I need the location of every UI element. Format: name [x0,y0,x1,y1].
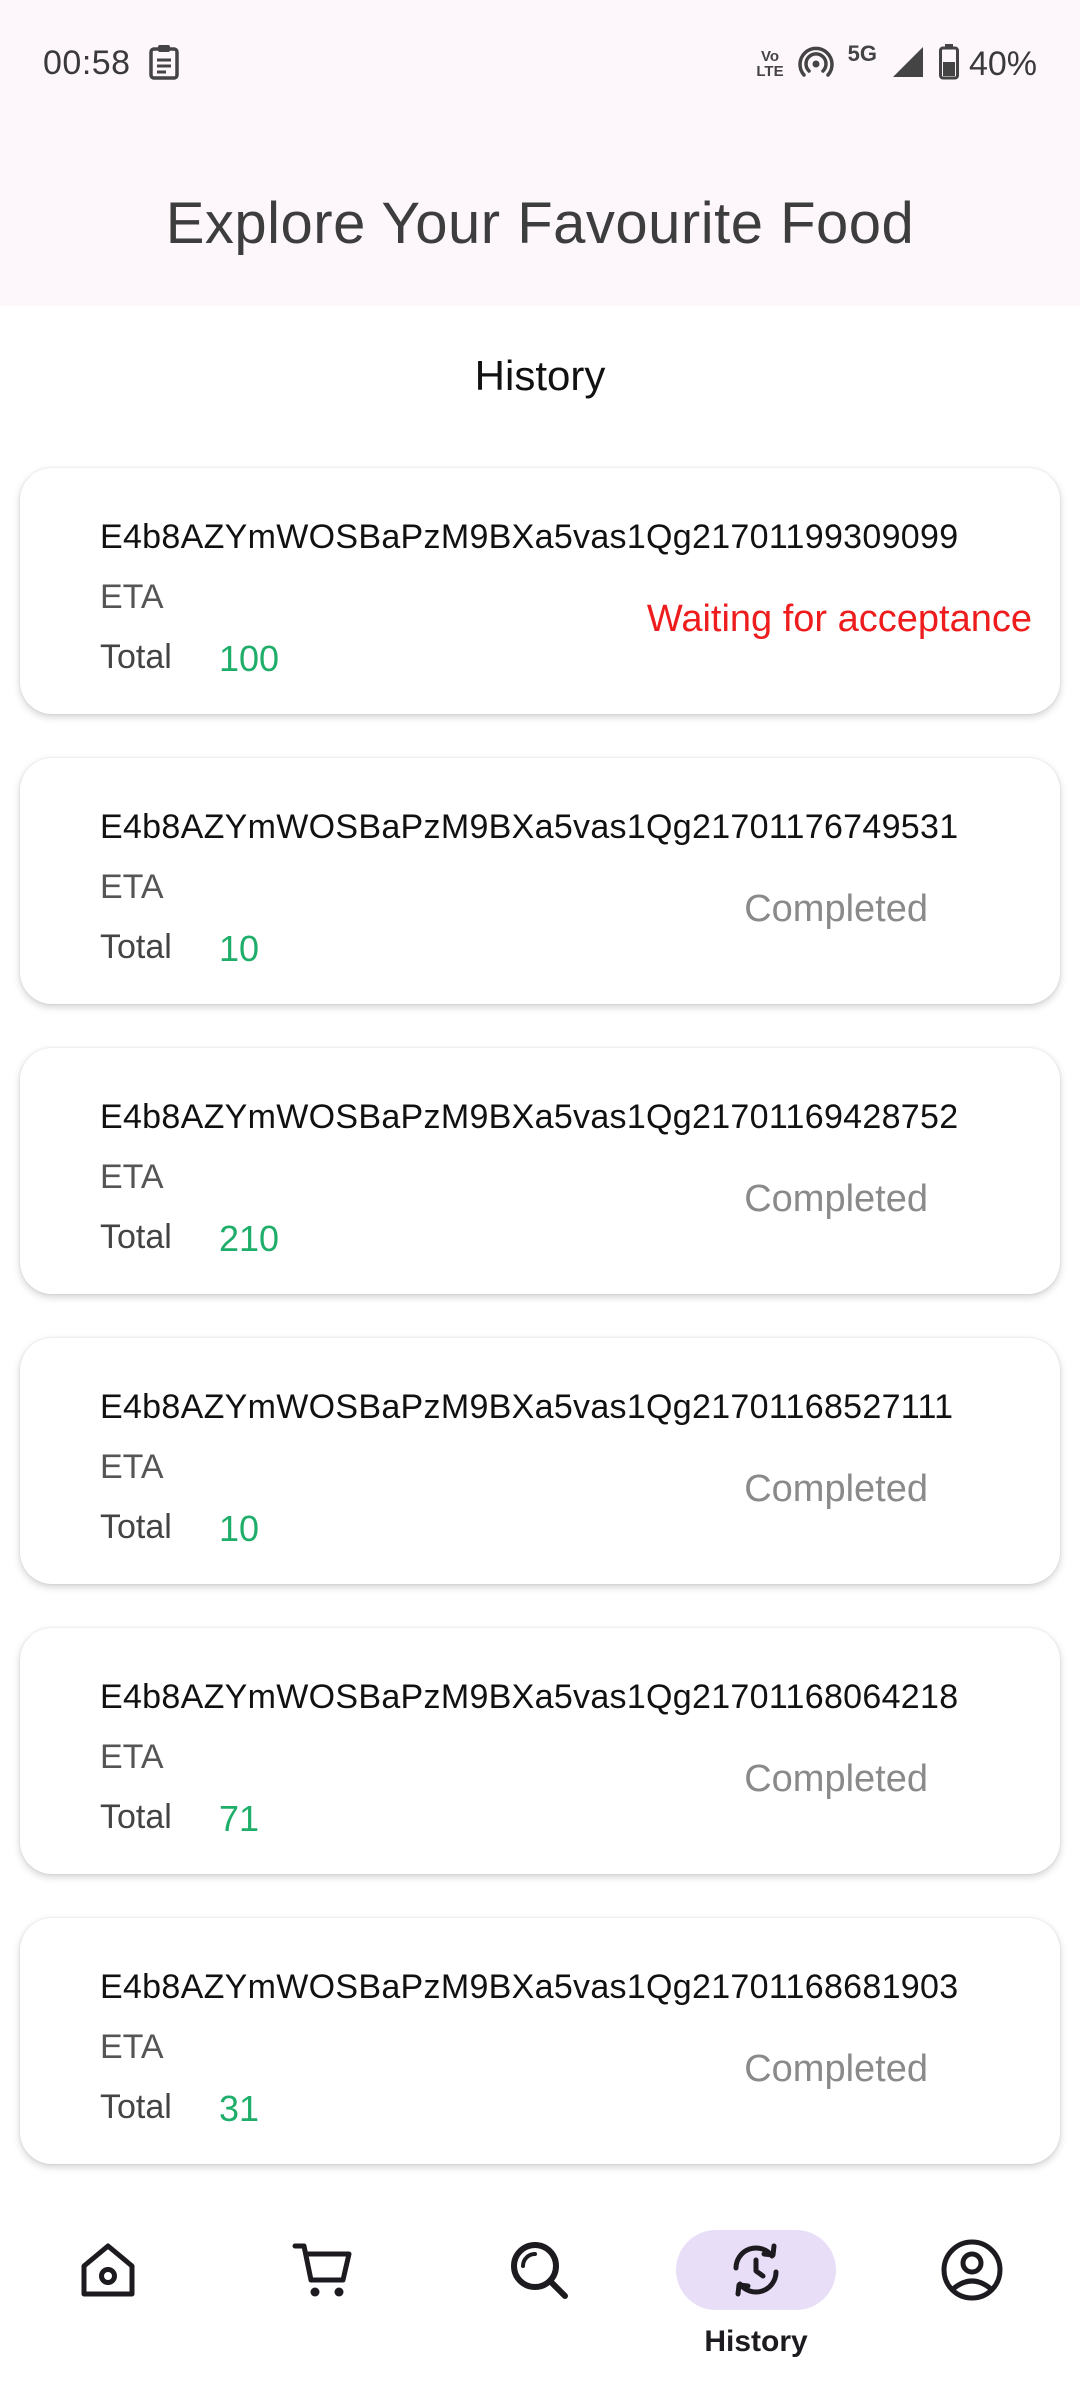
total-value: 71 [219,1798,260,1839]
nav-cart[interactable] [243,2230,403,2380]
history-icon [676,2230,836,2310]
total-value: 31 [219,2088,260,2129]
order-card[interactable]: E4b8AZYmWOSBaPzM9BXa5vas1Qg2170119930909… [20,468,1060,714]
signal-icon [891,45,925,84]
cart-icon [243,2230,403,2310]
home-icon [28,2230,188,2310]
eta-label: ETA [100,868,164,906]
order-status: Waiting for acceptance [646,598,1032,640]
total-label: Total [100,2088,172,2126]
status-bar: 00:58 Vo LTE 5G 40% [0,0,1080,126]
total-label: Total [100,1798,172,1836]
order-card[interactable]: E4b8AZYmWOSBaPzM9BXa5vas1Qg2170116942875… [20,1048,1060,1294]
total-value: 210 [219,1218,280,1259]
total-value: 100 [219,638,280,679]
eta-label: ETA [100,1448,164,1486]
eta-label: ETA [100,2028,164,2066]
nav-search[interactable] [459,2230,619,2380]
total-value: 10 [219,928,260,969]
order-status: Completed [744,1468,928,1510]
order-card[interactable]: E4b8AZYmWOSBaPzM9BXa5vas1Qg2170117674953… [20,758,1060,1004]
volte-top-text: Vo [760,48,779,65]
eta-label: ETA [100,1158,164,1196]
total-label: Total [100,1218,172,1256]
order-status: Completed [744,2048,928,2090]
order-id: E4b8AZYmWOSBaPzM9BXa5vas1Qg2170116868190… [100,1968,959,2006]
order-card[interactable]: E4b8AZYmWOSBaPzM9BXa5vas1Qg2170116806421… [20,1628,1060,1874]
order-card[interactable]: E4b8AZYmWOSBaPzM9BXa5vas1Qg2170116868190… [20,1918,1060,2164]
order-status: Completed [744,1758,928,1800]
total-label: Total [100,1508,172,1546]
volte-icon: Vo LTE [756,49,783,79]
order-status: Completed [744,1178,928,1220]
bottom-navigation: History [0,2200,1080,2400]
eta-label: ETA [100,578,164,616]
search-icon [459,2230,619,2310]
order-id: E4b8AZYmWOSBaPzM9BXa5vas1Qg2170116852711… [100,1388,954,1426]
page-title: History [474,352,606,399]
battery-percent: 40% [968,44,1037,83]
network-type: 5G [847,41,877,66]
eta-label: ETA [100,1738,164,1776]
nav-history[interactable]: History [676,2230,836,2380]
app-header: 00:58 Vo LTE 5G 40% Explore Your Favouri… [0,0,1080,306]
clipboard-icon [148,44,180,85]
volte-bottom-text: LTE [756,63,784,80]
order-status: Completed [744,888,928,930]
battery-icon [938,43,959,85]
order-id: E4b8AZYmWOSBaPzM9BXa5vas1Qg2170116942875… [100,1098,959,1136]
total-label: Total [100,638,172,676]
nav-home[interactable] [28,2230,188,2380]
total-label: Total [100,928,172,966]
total-value: 10 [219,1508,260,1549]
order-card[interactable]: E4b8AZYmWOSBaPzM9BXa5vas1Qg2170116852711… [20,1338,1060,1584]
hotspot-icon [797,44,834,85]
status-time: 00:58 [43,44,131,82]
order-id: E4b8AZYmWOSBaPzM9BXa5vas1Qg2170117674953… [100,808,959,846]
order-id: E4b8AZYmWOSBaPzM9BXa5vas1Qg2170119930909… [100,518,959,556]
app-title: Explore Your Favourite Food [165,191,915,256]
order-id: E4b8AZYmWOSBaPzM9BXa5vas1Qg2170116806421… [100,1678,959,1716]
nav-profile[interactable] [892,2230,1052,2380]
profile-icon [892,2230,1052,2310]
nav-history-label: History [704,2325,808,2358]
